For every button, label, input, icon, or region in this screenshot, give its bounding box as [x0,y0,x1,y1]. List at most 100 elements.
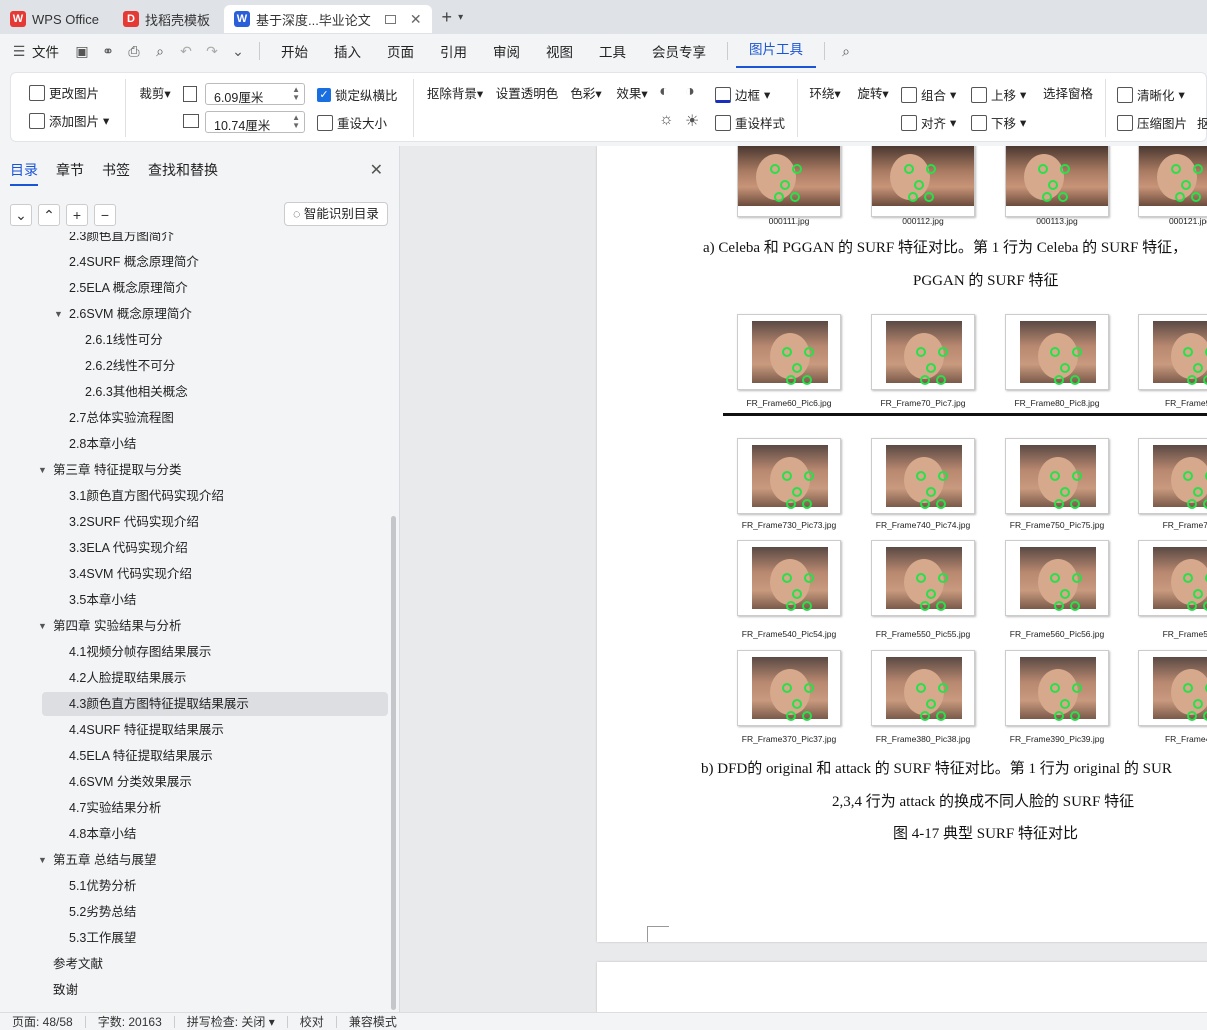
hamburger-menu-icon[interactable]: ☰ [6,43,32,60]
compress-picture-button[interactable]: 压缩图片 抠 [1117,113,1207,132]
close-tab-icon[interactable]: ✕ [410,11,422,28]
selection-pane-button[interactable]: 选择窗格 [1041,83,1095,102]
toc-item[interactable]: 4.3颜色直方图特征提取结果展示 [42,692,388,716]
toc-item[interactable]: 2.7总体实验流程图 [42,406,388,430]
add-heading-icon[interactable]: + [66,204,88,226]
tab-chapters[interactable]: 章节 [56,160,84,186]
menu-reference[interactable]: 引用 [427,41,480,61]
rotate-button[interactable]: 旋转▾ [853,83,893,102]
brightness-up-icon[interactable]: ◐ [659,83,669,101]
add-picture-button[interactable]: 添加图片 ▾ [29,111,109,130]
toc-item[interactable]: 4.2人脸提取结果展示 [42,666,388,690]
toc-item[interactable]: 4.4SURF 特征提取结果展示 [42,718,388,742]
more-chevron-icon[interactable]: ⌄ [225,43,251,60]
toc-item[interactable]: 3.5本章小结 [42,588,388,612]
new-tab-button[interactable]: + [442,7,453,28]
toc-item[interactable]: 4.7实验结果分析 [42,796,388,820]
border-button[interactable]: 边框 ▾ [715,85,770,104]
menu-page[interactable]: 页面 [374,41,427,61]
sharpen-button[interactable]: 清晰化 ▾ [1117,85,1185,104]
page-counter[interactable]: 页面: 48/58 [0,1015,86,1028]
surf-feature-image[interactable] [871,314,975,390]
toc-item[interactable]: 2.4SURF 概念原理简介 [42,250,388,274]
reset-style-button[interactable]: 重设样式 [715,113,785,132]
expand-arrow-icon[interactable]: ▼ [38,614,47,638]
surf-feature-image[interactable] [737,314,841,390]
group-button[interactable]: 组合 ▾ [901,85,956,104]
surf-feature-image[interactable] [1138,314,1207,390]
width-input[interactable]: 10.74厘米 ▲ ▼ [205,111,305,133]
toc-item[interactable]: 3.1颜色直方图代码实现介绍 [42,484,388,508]
surf-feature-image[interactable] [1138,438,1207,514]
surf-feature-image[interactable] [871,650,975,726]
toc-item[interactable]: 参考文献 [42,952,388,976]
collapse-down-icon[interactable]: ⌄ [10,204,32,226]
toc-item[interactable]: 第四章 实验结果与分析 ▼ [38,614,388,638]
toc-item[interactable]: 4.6SVM 分类效果展示 [42,770,388,794]
effects-button[interactable]: 效果▾ [613,83,651,102]
menu-insert[interactable]: 插入 [321,41,374,61]
file-menu[interactable]: 文件 [32,41,59,61]
redo-icon[interactable]: ↷ [199,43,225,60]
smart-toc-button[interactable]: ◌ 智能识别目录 [284,202,388,226]
align-button[interactable]: 对齐 ▾ [901,113,956,132]
toc-item[interactable]: 2.3颜色直方图简介 [42,232,388,248]
surf-feature-image[interactable] [1138,146,1207,217]
tab-find-replace[interactable]: 查找和替换 [148,160,218,186]
toc-item[interactable]: 2.6SVM 概念原理简介 ▼ [42,302,388,326]
spinner-icon[interactable]: ▲ ▼ [292,86,300,102]
menu-member[interactable]: 会员专享 [639,41,719,61]
toc-item[interactable]: 2.6.3其他相关概念 [42,380,388,404]
tab-bookmarks[interactable]: 书签 [102,160,130,186]
scrollbar-thumb[interactable] [391,516,396,1010]
contrast-down-icon[interactable]: ☀ [685,111,699,131]
surf-feature-image[interactable] [1138,540,1207,616]
expand-arrow-icon[interactable]: ▼ [38,458,47,482]
surf-feature-image[interactable] [871,438,975,514]
bring-forward-button[interactable]: 上移 ▾ [971,85,1026,104]
cutout-label[interactable]: 抠 [1197,113,1207,132]
save-icon[interactable]: ▣ [69,43,95,60]
toc-item[interactable]: 2.5ELA 概念原理简介 [42,276,388,300]
toc-item[interactable]: 2.6.2线性不可分 [42,354,388,378]
toc-item[interactable]: 5.1优势分析 [42,874,388,898]
remove-background-button[interactable]: 抠除背景▾ [423,83,487,102]
toc-item[interactable]: 4.5ELA 特征提取结果展示 [42,744,388,768]
collapse-up-icon[interactable]: ⌃ [38,204,60,226]
restore-window-icon[interactable] [384,14,396,24]
menu-tools[interactable]: 工具 [586,41,639,61]
toc-item[interactable]: 3.4SVM 代码实现介绍 [42,562,388,586]
send-backward-button[interactable]: 下移 ▾ [971,113,1026,132]
toc-item[interactable]: 致谢 [42,978,388,1002]
surf-feature-image[interactable] [871,146,975,217]
surf-feature-image[interactable] [1005,438,1109,514]
surf-feature-image[interactable] [1005,314,1109,390]
toc-item[interactable]: 3.3ELA 代码实现介绍 [42,536,388,560]
expand-arrow-icon[interactable]: ▼ [38,848,47,872]
spinner-icon[interactable]: ▲ ▼ [292,114,300,130]
surf-feature-image[interactable] [1005,650,1109,726]
toc-item[interactable]: 3.2SURF 代码实现介绍 [42,510,388,534]
undo-icon[interactable]: ↶ [173,43,199,60]
menu-home[interactable]: 开始 [268,41,321,61]
reset-size-button[interactable]: 重设大小 [317,113,387,132]
spell-check-status[interactable]: 拼写检查: 关闭 ▾ [175,1015,288,1028]
chevron-down-icon[interactable]: ▾ [458,12,463,23]
surf-feature-image[interactable] [871,540,975,616]
lock-ratio-checkbox[interactable]: ✓ 锁定纵横比 [317,85,398,104]
change-picture-button[interactable]: 更改图片 [29,83,99,102]
tab-toc[interactable]: 目录 [10,160,38,186]
print-preview-icon[interactable]: ⌕ [147,43,173,60]
tab-docer-templates[interactable]: D 找稻壳模板 [113,5,220,33]
toc-item[interactable]: 4.1视频分帧存图结果展示 [42,640,388,664]
brightness-down-icon[interactable]: ☼ [659,111,674,129]
wrap-button[interactable]: 环绕▾ [805,83,845,102]
set-transparent-button[interactable]: 设置透明色 [495,83,559,102]
toc-item[interactable]: 5.2劣势总结 [42,900,388,924]
proofread-button[interactable]: 校对 [288,1015,337,1028]
toc-item[interactable]: 5.3工作展望 [42,926,388,950]
surf-feature-image[interactable] [737,146,841,217]
height-input[interactable]: 6.09厘米 ▲ ▼ [205,83,305,105]
menu-review[interactable]: 审阅 [480,41,533,61]
close-icon[interactable]: ✕ [370,160,383,180]
